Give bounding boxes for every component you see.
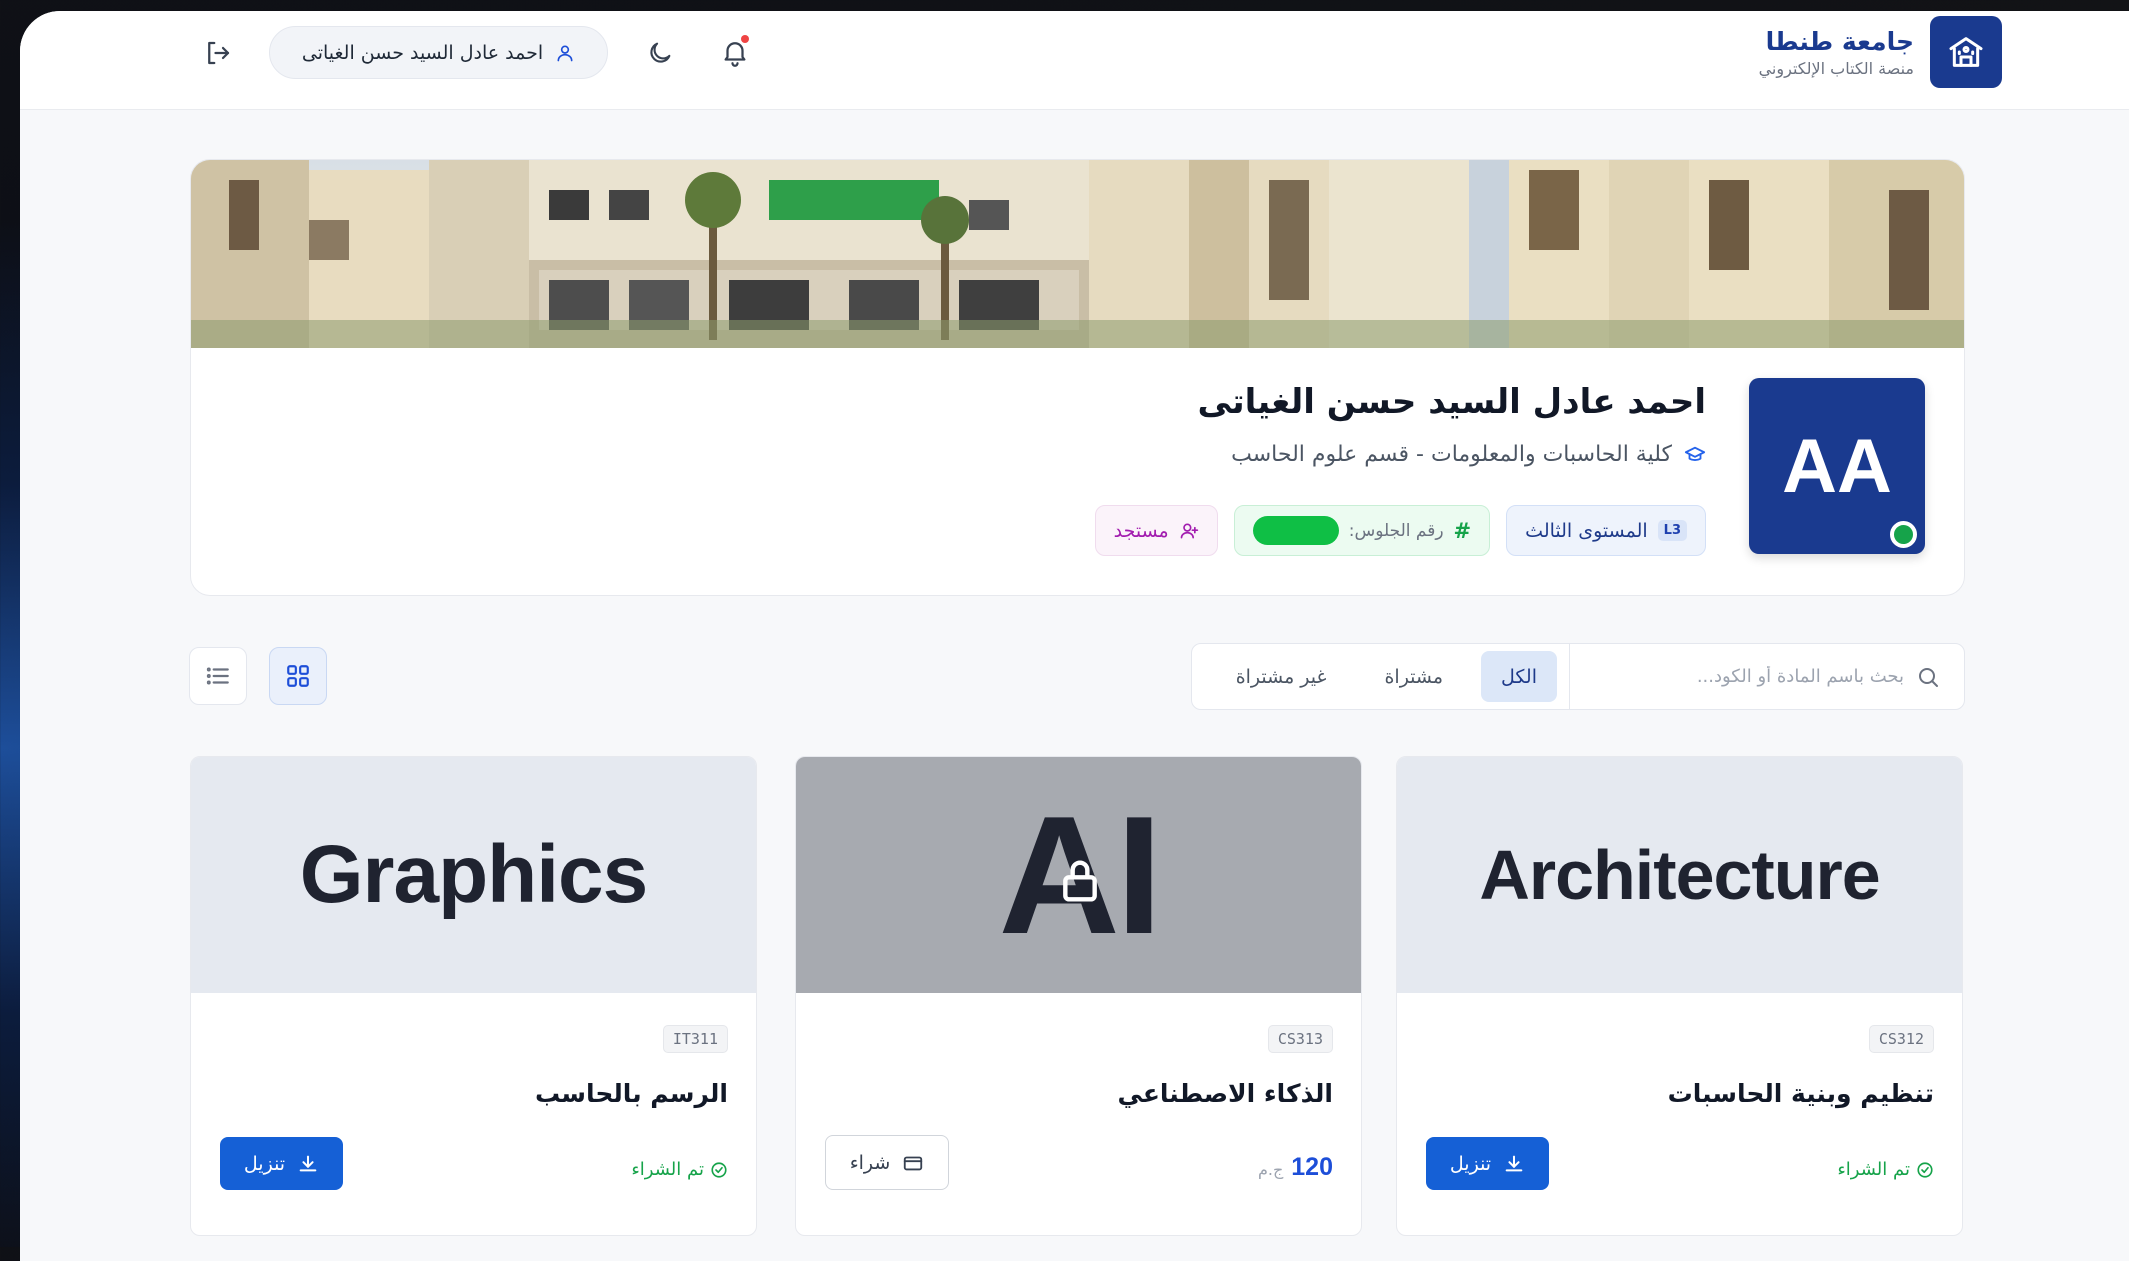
list-icon <box>206 667 229 685</box>
purchase-status: تم الشراء <box>631 1159 728 1180</box>
book-code: IT311 <box>662 1025 728 1053</box>
credit-card-icon <box>904 1156 923 1170</box>
list-view-button[interactable] <box>189 647 247 705</box>
book-title: تنظيم وبنية الحاسبات <box>1667 1079 1934 1108</box>
check-circle-icon <box>711 1161 727 1178</box>
download-label: تنزيل <box>1449 1152 1492 1175</box>
purchase-status-label: تم الشراء <box>631 1159 704 1180</box>
purchase-status: تم الشراء <box>1837 1159 1934 1180</box>
buy-label: شراء <box>849 1151 891 1174</box>
filter-tab-not-purchased[interactable]: غير مشتراة <box>1216 651 1347 702</box>
avatar: AA <box>1749 378 1925 554</box>
hash-icon: # <box>1453 518 1472 543</box>
filter-tabs: الكل مشتراة غير مشتراة <box>1216 651 1569 702</box>
app-window: جامعة طنطا منصة الكتاب الإلكتروني احمد ع… <box>20 11 2129 1261</box>
logout-button[interactable] <box>198 33 238 73</box>
search-box[interactable] <box>1569 644 1964 709</box>
top-bar: جامعة طنطا منصة الكتاب الإلكتروني احمد ع… <box>20 11 2129 110</box>
user-plus-icon <box>1180 523 1198 538</box>
seat-number-value <box>1252 516 1339 545</box>
price-currency: ج.م <box>1257 1160 1284 1179</box>
lock-icon <box>1063 860 1097 902</box>
level-label: المستوى الثالث <box>1525 519 1648 542</box>
avatar-initials: AA <box>1782 423 1892 509</box>
book-code: CS313 <box>1267 1025 1333 1053</box>
seat-label: رقم الجلوس: <box>1348 520 1444 541</box>
level-code: L3 <box>1657 520 1687 541</box>
book-title: الرسم بالحاسب <box>534 1079 728 1108</box>
notification-dot <box>741 35 749 43</box>
user-menu-button[interactable]: احمد عادل السيد حسن الغياتى <box>269 26 608 79</box>
user-name: احمد عادل السيد حسن الغياتى <box>301 41 544 64</box>
book-price: 120 ج.م <box>1258 1153 1333 1182</box>
buy-button[interactable]: شراء <box>825 1135 949 1190</box>
search-input[interactable] <box>1604 666 1904 687</box>
filter-tab-purchased[interactable]: مشتراة <box>1364 651 1463 702</box>
book-cover: Architecture <box>1397 757 1962 993</box>
books-toolbar: الكل مشتراة غير مشتراة <box>1191 643 1965 710</box>
enrollment-status-label: مستجد <box>1113 519 1169 542</box>
download-button[interactable]: تنزيل <box>220 1137 343 1190</box>
book-cover-text: Architecture <box>1479 836 1880 914</box>
faculty-line: كلية الحاسبات والمعلومات - قسم علوم الحا… <box>1231 442 1706 467</box>
enrollment-status-badge: مستجد <box>1094 505 1218 556</box>
brand[interactable]: جامعة طنطا منصة الكتاب الإلكتروني <box>1759 16 2002 88</box>
book-cover-text: Graphics <box>299 829 648 920</box>
download-button[interactable]: تنزيل <box>1426 1137 1549 1190</box>
moon-icon <box>650 42 671 63</box>
grid-icon <box>287 665 309 687</box>
purchase-status-label: تم الشراء <box>1837 1159 1910 1180</box>
notifications-button[interactable] <box>715 32 755 72</box>
profile-badges: L3 المستوى الثالث # رقم الجلوس: مستجد <box>1094 505 1706 556</box>
faculty-text: كلية الحاسبات والمعلومات - قسم علوم الحا… <box>1231 442 1672 467</box>
graduation-cap-icon <box>1684 446 1706 461</box>
download-icon <box>1505 1155 1523 1171</box>
book-card[interactable]: Architecture CS312 تنظيم وبنية الحاسبات … <box>1396 756 1963 1236</box>
book-cover: Graphics <box>191 757 756 993</box>
grid-view-button[interactable] <box>269 647 327 705</box>
student-name: احمد عادل السيد حسن الغياتى <box>1197 382 1706 422</box>
faculty-cover-image <box>191 160 1964 348</box>
check-circle-icon <box>1917 1161 1933 1178</box>
filter-tab-all[interactable]: الكل <box>1481 651 1557 702</box>
level-badge: L3 المستوى الثالث <box>1506 505 1706 556</box>
theme-toggle-button[interactable] <box>640 33 680 73</box>
download-icon <box>299 1155 317 1171</box>
logout-icon <box>208 41 230 65</box>
profile-card: AA احمد عادل السيد حسن الغياتى كلية الحا… <box>190 159 1965 596</box>
book-card[interactable]: AI CS313 الذكاء الاصطناعي 120 ج.م شراء <box>795 756 1362 1236</box>
seat-number-badge: # رقم الجلوس: <box>1233 505 1491 556</box>
brand-name: جامعة طنطا <box>1765 27 1914 56</box>
university-icon <box>1930 16 2002 88</box>
price-amount: 120 <box>1291 1153 1333 1181</box>
search-icon <box>1919 667 1938 687</box>
brand-subtitle: منصة الكتاب الإلكتروني <box>1758 59 1914 78</box>
book-cover: AI <box>796 757 1361 993</box>
book-code: CS312 <box>1868 1025 1934 1053</box>
book-card[interactable]: Graphics IT311 الرسم بالحاسب تم الشراء ت… <box>190 756 757 1236</box>
book-title: الذكاء الاصطناعي <box>1117 1079 1333 1108</box>
download-label: تنزيل <box>243 1152 286 1175</box>
online-status-dot <box>1890 521 1917 548</box>
user-icon <box>557 45 573 61</box>
